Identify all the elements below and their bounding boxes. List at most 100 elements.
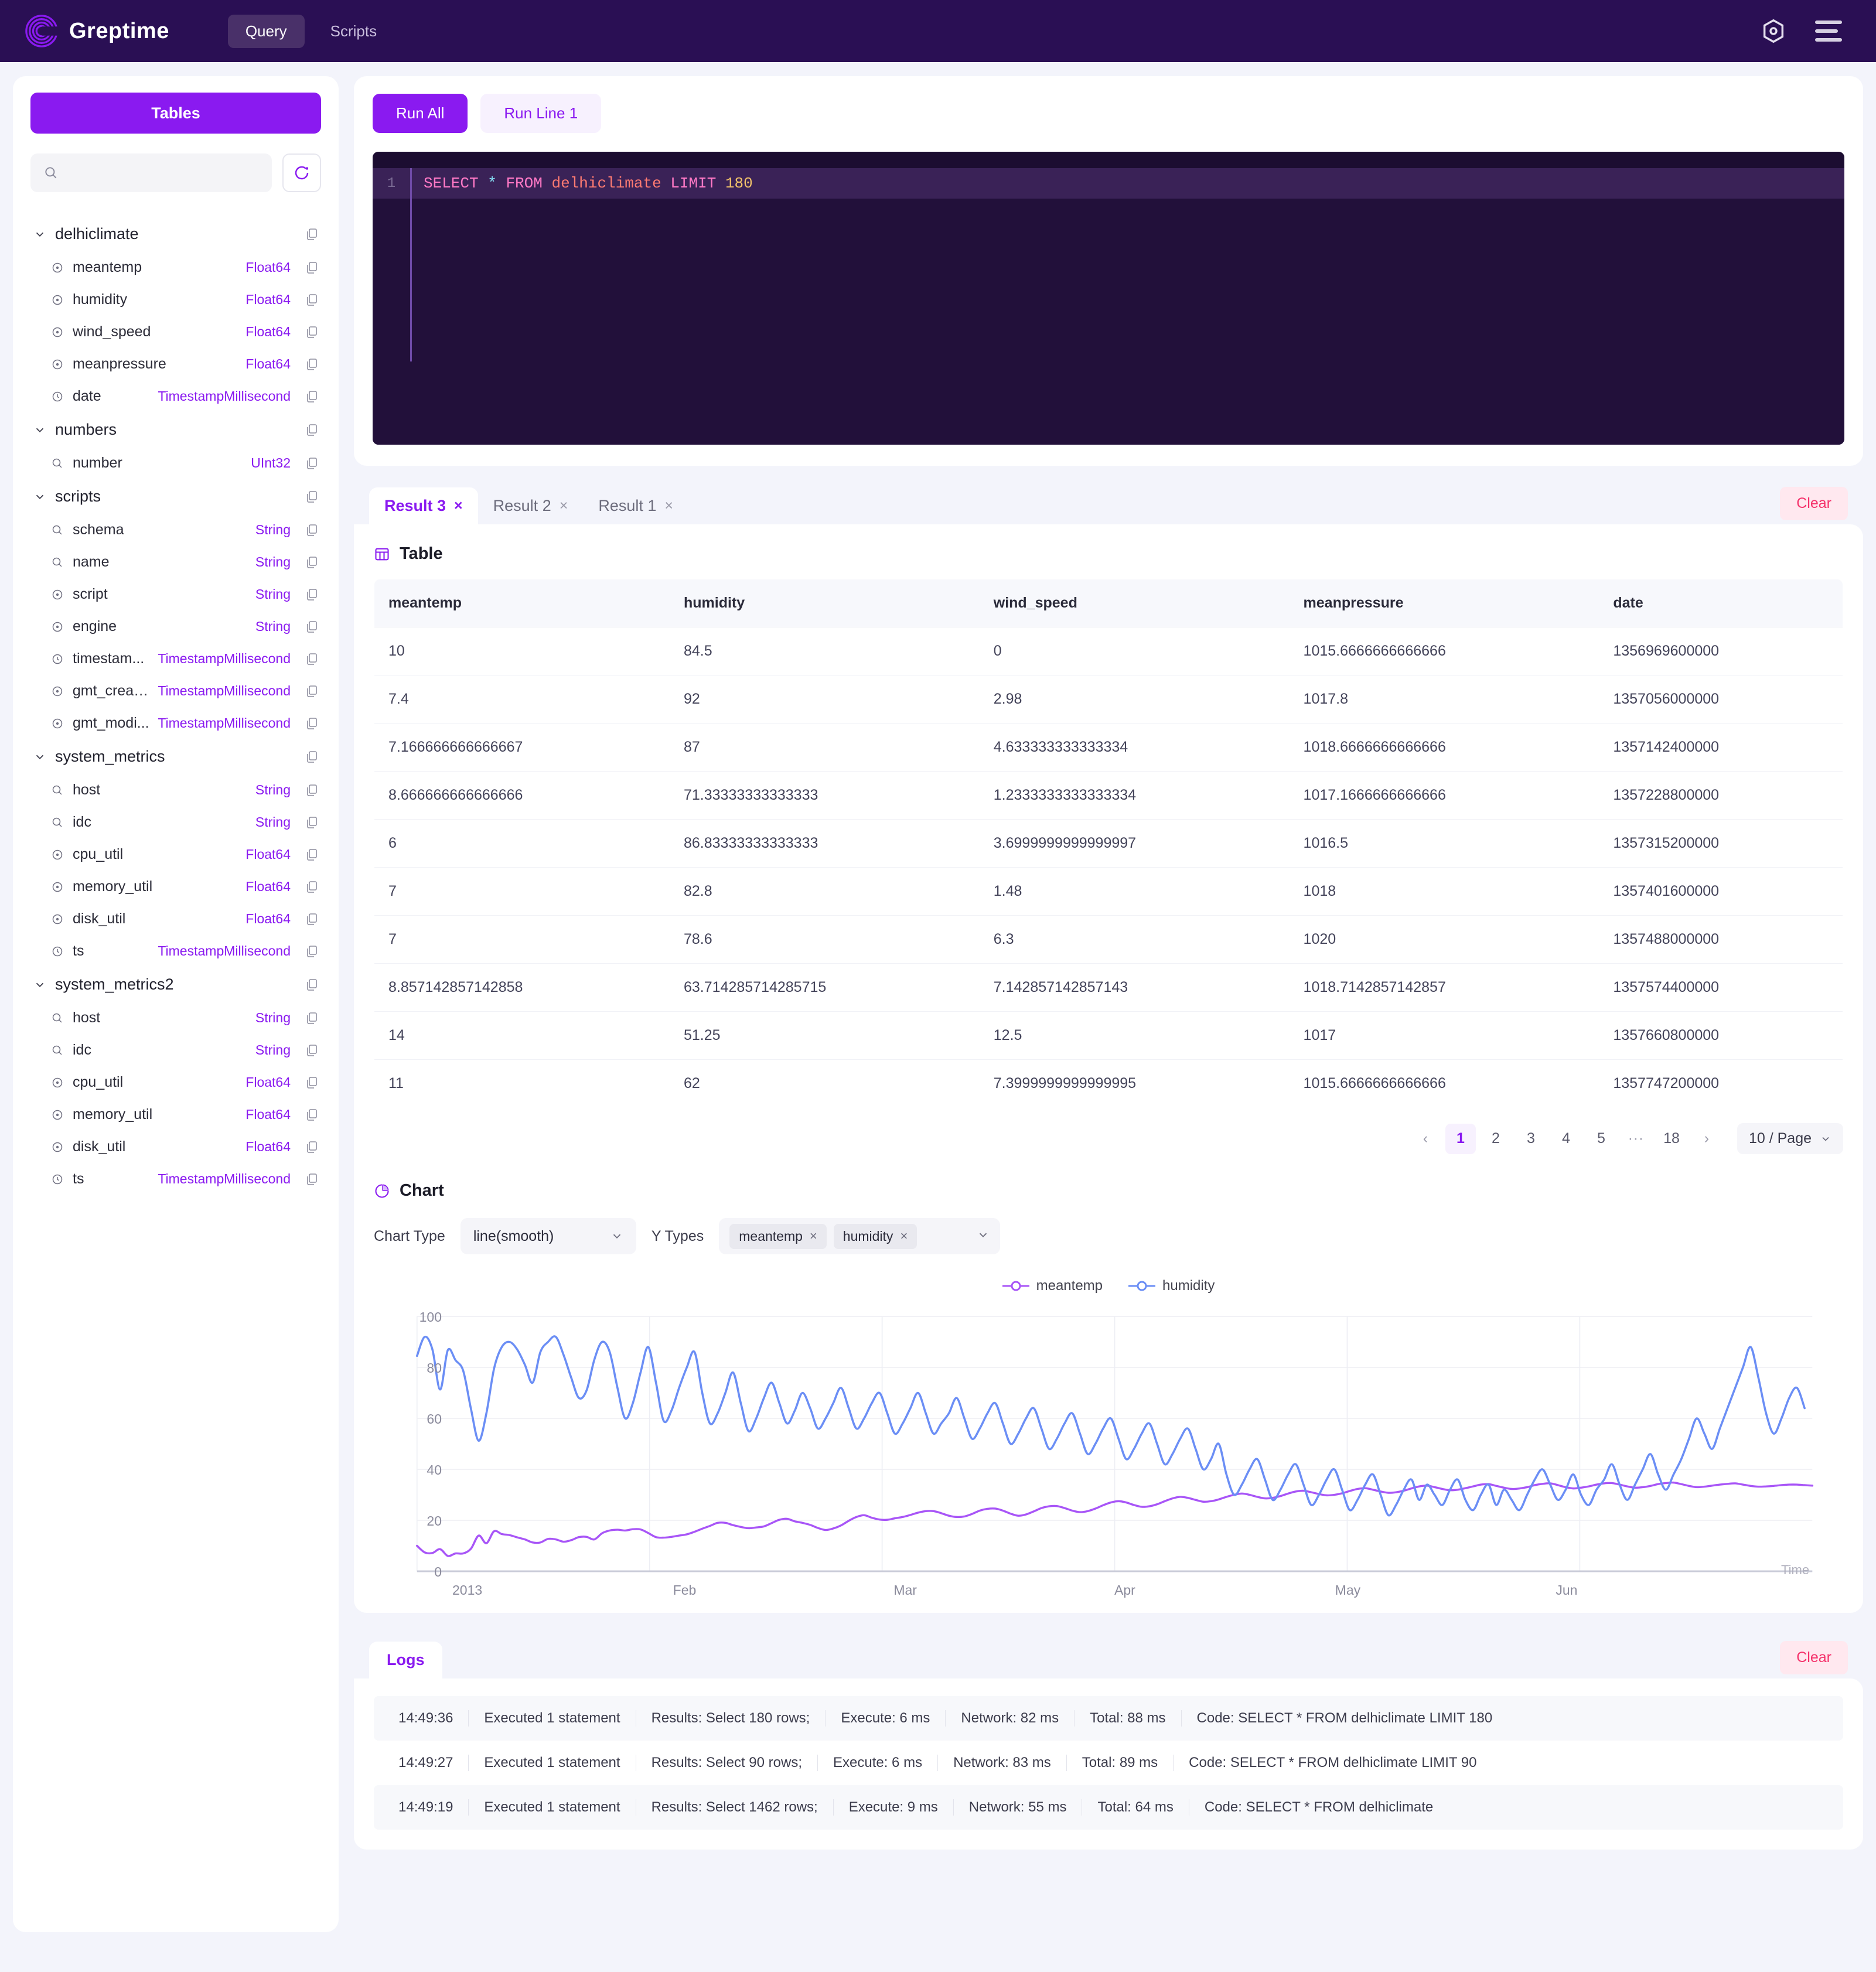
copy-icon[interactable] [305, 620, 319, 634]
y-types-select[interactable]: meantemp × humidity × [719, 1218, 1001, 1254]
copy-icon[interactable] [305, 357, 319, 371]
tree-column-ts[interactable]: ts TimestampMillisecond [30, 935, 321, 967]
pagination-page-3[interactable]: 3 [1516, 1124, 1546, 1154]
copy-icon[interactable] [305, 717, 319, 731]
chevron-down-icon[interactable] [33, 490, 47, 503]
page-size-select[interactable]: 10 / Page [1737, 1123, 1843, 1154]
tree-column-memory_util[interactable]: memory_util Float64 [30, 871, 321, 903]
copy-icon[interactable] [305, 783, 319, 797]
tree-column-meantemp[interactable]: meantemp Float64 [30, 251, 321, 284]
tree-column-timestam...[interactable]: timestam... TimestampMillisecond [30, 643, 321, 675]
chevron-down-icon[interactable] [33, 424, 47, 436]
logs-clear-button[interactable]: Clear [1780, 1641, 1848, 1674]
copy-icon[interactable] [305, 1076, 319, 1090]
copy-icon[interactable] [305, 944, 319, 958]
tree-column-disk_util[interactable]: disk_util Float64 [30, 1131, 321, 1163]
tree-column-engine[interactable]: engine String [30, 610, 321, 643]
copy-icon[interactable] [305, 912, 319, 926]
copy-icon[interactable] [305, 1108, 319, 1122]
tree-column-date[interactable]: date TimestampMillisecond [30, 380, 321, 412]
tables-button[interactable]: Tables [30, 93, 321, 134]
copy-icon[interactable] [305, 456, 319, 470]
tree-column-wind_speed[interactable]: wind_speed Float64 [30, 316, 321, 348]
copy-icon[interactable] [305, 293, 319, 307]
chevron-down-icon[interactable] [33, 978, 47, 991]
close-icon[interactable]: × [664, 497, 673, 514]
copy-icon[interactable] [305, 588, 319, 602]
tree-table-system_metrics2[interactable]: system_metrics2 [30, 967, 321, 1002]
tree-table-system_metrics[interactable]: system_metrics [30, 739, 321, 774]
pagination-prev[interactable]: ‹ [1410, 1124, 1441, 1154]
nav-item-query[interactable]: Query [227, 14, 305, 48]
tree-column-schema[interactable]: schema String [30, 514, 321, 546]
copy-icon[interactable] [305, 325, 319, 339]
tree-column-host[interactable]: host String [30, 774, 321, 806]
pagination-page-4[interactable]: 4 [1551, 1124, 1581, 1154]
editor-body[interactable] [373, 199, 1844, 445]
copy-icon[interactable] [305, 750, 319, 764]
copy-icon[interactable] [305, 684, 319, 698]
copy-icon[interactable] [305, 490, 319, 504]
close-icon[interactable]: × [560, 497, 568, 514]
result-tab-1[interactable]: Result 1 × [583, 487, 688, 524]
tree-table-delhiclimate[interactable]: delhiclimate [30, 217, 321, 251]
tree-column-idc[interactable]: idc String [30, 1034, 321, 1066]
tree-column-name[interactable]: name String [30, 546, 321, 578]
result-tab-2[interactable]: Result 2 × [478, 487, 584, 524]
tree-column-memory_util[interactable]: memory_util Float64 [30, 1098, 321, 1131]
copy-icon[interactable] [305, 555, 319, 569]
tree-column-script[interactable]: script String [30, 578, 321, 610]
copy-icon[interactable] [305, 880, 319, 894]
hamburger-menu-icon[interactable] [1815, 21, 1842, 42]
y-type-chip-meantemp[interactable]: meantemp × [729, 1223, 827, 1249]
sql-editor[interactable]: 1 SELECT * FROM delhiclimate LIMIT 180 [373, 152, 1844, 445]
copy-icon[interactable] [305, 1043, 319, 1057]
close-icon[interactable]: × [810, 1229, 817, 1244]
copy-icon[interactable] [305, 978, 319, 992]
tree-column-disk_util[interactable]: disk_util Float64 [30, 903, 321, 935]
copy-icon[interactable] [305, 390, 319, 404]
run-all-button[interactable]: Run All [373, 94, 468, 133]
nav-item-scripts[interactable]: Scripts [313, 15, 394, 48]
pagination-page-last[interactable]: 18 [1656, 1124, 1687, 1154]
tree-column-gmt_modi...[interactable]: gmt_modi... TimestampMillisecond [30, 707, 321, 739]
tree-column-cpu_util[interactable]: cpu_util Float64 [30, 838, 321, 871]
close-icon[interactable]: × [454, 497, 463, 514]
pagination-next[interactable]: › [1691, 1124, 1722, 1154]
tab-logs[interactable]: Logs [369, 1642, 442, 1678]
tree-column-idc[interactable]: idc String [30, 806, 321, 838]
pagination-page-2[interactable]: 2 [1481, 1124, 1511, 1154]
tree-column-ts[interactable]: ts TimestampMillisecond [30, 1163, 321, 1195]
copy-icon[interactable] [305, 1140, 319, 1154]
copy-icon[interactable] [305, 523, 319, 537]
tree-column-host[interactable]: host String [30, 1002, 321, 1034]
copy-icon[interactable] [305, 848, 319, 862]
copy-icon[interactable] [305, 1172, 319, 1186]
legend-item-meantemp[interactable]: meantemp [1002, 1278, 1103, 1294]
chevron-down-icon[interactable] [33, 228, 47, 241]
hexagon-gear-icon[interactable] [1760, 18, 1787, 45]
search-box[interactable] [30, 153, 272, 192]
pagination-ellipsis[interactable]: ∙∙∙ [1621, 1124, 1652, 1154]
copy-icon[interactable] [305, 816, 319, 830]
copy-icon[interactable] [305, 423, 319, 437]
tree-column-number[interactable]: number UInt32 [30, 447, 321, 479]
tree-table-scripts[interactable]: scripts [30, 479, 321, 514]
tree-column-meanpressure[interactable]: meanpressure Float64 [30, 348, 321, 380]
tree-column-gmt_creat...[interactable]: gmt_creat... TimestampMillisecond [30, 675, 321, 707]
chart-type-select[interactable]: line(smooth) [460, 1218, 636, 1254]
y-type-chip-humidity[interactable]: humidity × [833, 1223, 917, 1249]
run-line-button[interactable]: Run Line 1 [480, 94, 602, 133]
pagination-page-1[interactable]: 1 [1445, 1123, 1476, 1154]
results-clear-button[interactable]: Clear [1780, 487, 1848, 520]
copy-icon[interactable] [305, 652, 319, 666]
pagination-page-5[interactable]: 5 [1586, 1124, 1616, 1154]
copy-icon[interactable] [305, 227, 319, 241]
result-tab-3[interactable]: Result 3 × [369, 487, 478, 524]
tree-table-numbers[interactable]: numbers [30, 412, 321, 447]
refresh-button[interactable] [282, 153, 321, 192]
tree-column-cpu_util[interactable]: cpu_util Float64 [30, 1066, 321, 1098]
search-input[interactable] [67, 164, 259, 182]
chevron-down-icon[interactable] [33, 750, 47, 763]
tree-column-humidity[interactable]: humidity Float64 [30, 284, 321, 316]
